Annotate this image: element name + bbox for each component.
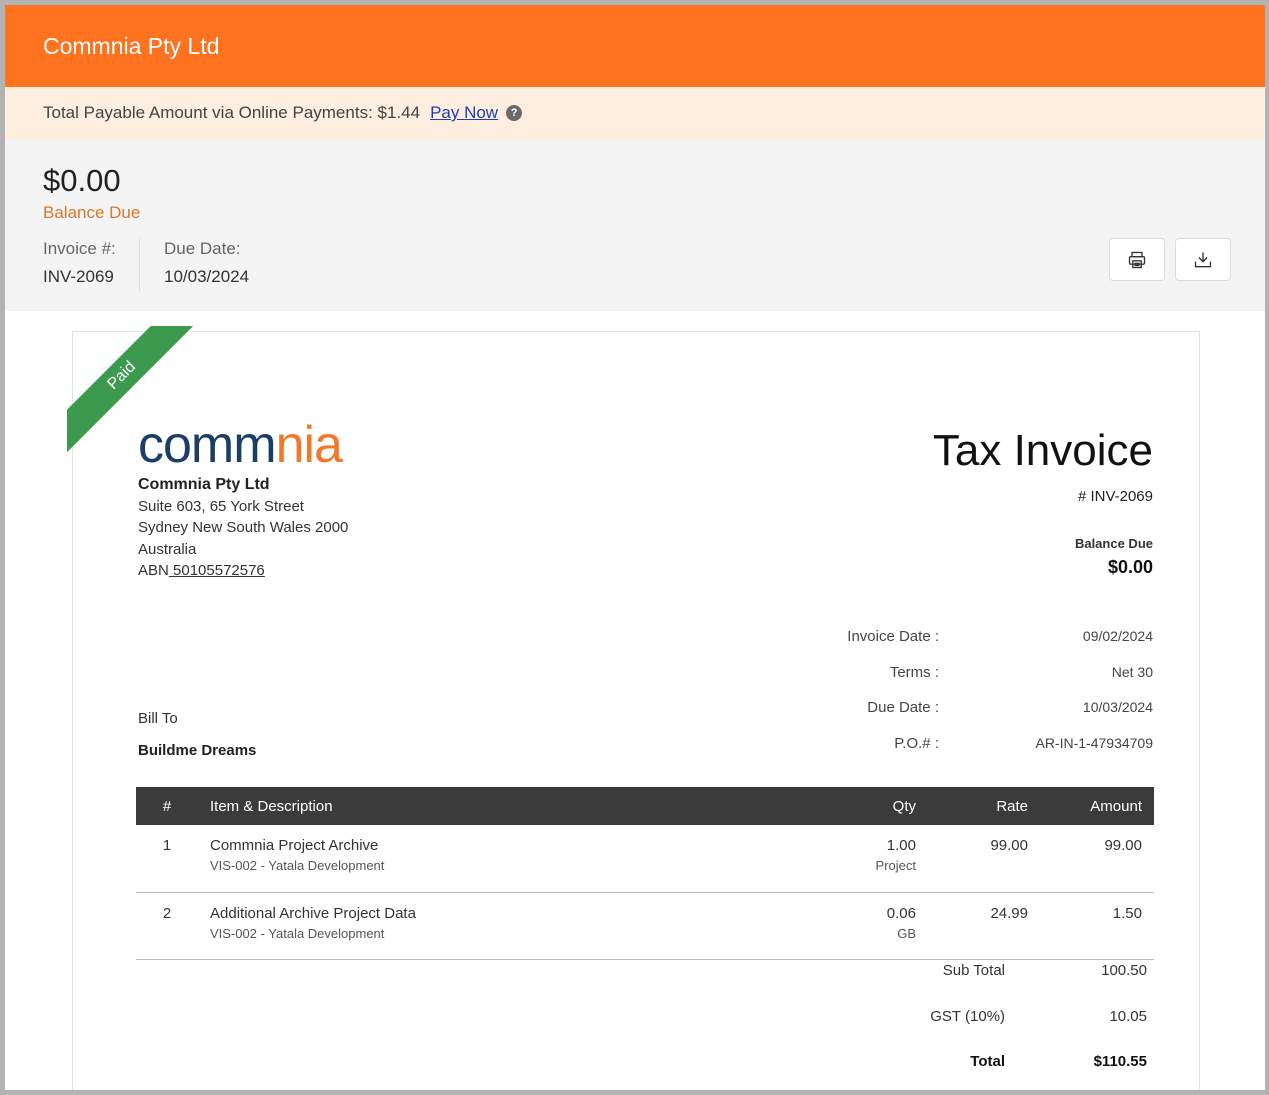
invoice-number-block: Invoice #: INV-2069 [43,239,116,287]
col-amount: Amount [1040,787,1154,825]
col-desc: Item & Description [198,787,798,825]
col-qty: Qty [798,787,928,825]
detail-row: Terms : Net 30 [753,664,1153,700]
item-amount: 1.50 [1040,892,1154,960]
download-button[interactable] [1175,238,1231,281]
detail-row: P.O.# : AR-IN-1-47934709 [753,735,1153,771]
divider [139,239,140,291]
invoice-portal: Commnia Pty Ltd Total Payable Amount via… [5,5,1265,1090]
qty-value: 0.06 [886,904,916,922]
subtotal-row: Sub Total 100.50 [853,962,1147,1008]
line-items-table: # Item & Description Qty Rate Amount 1 C… [136,787,1154,960]
doc-balance-value: $0.00 [1107,557,1153,577]
subtotal-label: Sub Total [942,962,1005,979]
invoice-number-value: INV-2069 [43,267,114,286]
address-country: Australia [138,540,197,558]
item-name: Additional Archive Project Data [210,904,416,922]
qty-value: 1.00 [886,837,916,854]
print-button[interactable] [1109,238,1165,281]
detail-label: Invoice Date : [847,628,939,645]
invoice-summary: $0.00 Balance Due Invoice #: INV-2069 Du… [5,139,1265,311]
svg-text:commnia: commnia [138,418,343,468]
col-rate: Rate [928,787,1040,825]
detail-label: P.O.# : [894,734,939,752]
header-bar: Commnia Pty Ltd [5,5,1265,87]
col-num: # [136,787,198,825]
gst-label: GST (10%) [930,1007,1005,1025]
item-qty: 0.06 GB [798,892,928,960]
item-rate: 24.99 [928,892,1040,960]
invoice-document: Paid commnia Commnia Pty Ltd Suite 603, … [67,326,1200,1090]
invoice-number: # INV-2069 [1077,488,1153,505]
table-header: # Item & Description Qty Rate Amount [136,787,1154,825]
commnia-logo: commnia [138,418,344,468]
total-value: $110.55 [1093,1053,1147,1070]
doc-balance-label: Balance Due [1074,536,1153,551]
detail-row: Due Date : 10/03/2024 [753,699,1153,735]
table-row: 1 Commnia Project Archive VIS-002 - Yata… [136,825,1154,893]
detail-value: 10/03/2024 [1082,699,1153,715]
abn-link[interactable]: 50105572576 [169,562,265,579]
bill-to-label: Bill To [138,710,178,727]
abn-label: ABN [138,562,169,579]
item-num: 2 [136,892,198,960]
bill-to-name: Buildme Dreams [138,742,257,759]
address-line-1: Suite 603, 65 York Street [138,497,304,515]
detail-value: 09/02/2024 [1082,628,1153,644]
detail-value: AR-IN-1-47934709 [1035,734,1153,751]
gst-value: 10.05 [1109,1007,1147,1025]
totals-block: Sub Total 100.50 GST (10%) 10.05 Total $… [853,962,1147,1090]
detail-value: Net 30 [1111,663,1153,680]
abn-line: ABN 50105572576 [138,560,348,582]
item-sub: VIS-002 - Yatala Development [210,925,385,941]
invoice-number-label: Invoice #: [43,239,116,258]
detail-label: Terms : [889,663,939,681]
download-icon [1194,252,1212,267]
table-row: 2 Additional Archive Project Data VIS-00… [136,892,1154,960]
due-date-label: Due Date: [164,239,241,258]
item-desc: Commnia Project Archive VIS-002 - Yatala… [198,825,798,893]
company-address: Commnia Pty Ltd Suite 603, 65 York Stree… [138,474,348,582]
item-sub: VIS-002 - Yatala Development [210,858,385,873]
payable-text: Total Payable Amount via Online Payments… [43,103,421,122]
help-icon[interactable]: ? [506,105,523,121]
company-title: Commnia Pty Ltd [43,32,220,59]
total-label: Total [970,1053,1005,1070]
due-date-value: 10/03/2024 [164,267,250,286]
total-row: Total $110.55 [853,1053,1147,1090]
detail-label: Due Date : [867,699,939,716]
due-date-block: Due Date: 10/03/2024 [164,239,249,287]
address-line-2: Sydney New South Wales 2000 [138,519,349,536]
qty-unit: GB [897,925,916,941]
detail-row: Invoice Date : 09/02/2024 [753,628,1153,664]
subtotal-value: 100.50 [1101,962,1147,979]
pay-now-link[interactable]: Pay Now [430,103,498,123]
company-name: Commnia Pty Ltd [138,476,270,493]
invoice-title: Tax Invoice [932,426,1153,475]
item-desc: Additional Archive Project Data VIS-002 … [198,892,798,960]
gst-row: GST (10%) 10.05 [853,1008,1147,1054]
item-name: Commnia Project Archive [210,837,379,854]
item-num: 1 [136,825,198,893]
balance-label: Balance Due [43,203,141,222]
payment-bar: Total Payable Amount via Online Payments… [5,87,1265,139]
item-qty: 1.00 Project [798,825,928,893]
print-icon [1128,251,1146,268]
item-rate: 99.00 [928,825,1040,893]
balance-amount: $0.00 [43,163,121,198]
qty-unit: Project [875,858,916,873]
item-amount: 99.00 [1040,825,1154,893]
invoice-details: Invoice Date : 09/02/2024 Terms : Net 30… [753,628,1153,770]
